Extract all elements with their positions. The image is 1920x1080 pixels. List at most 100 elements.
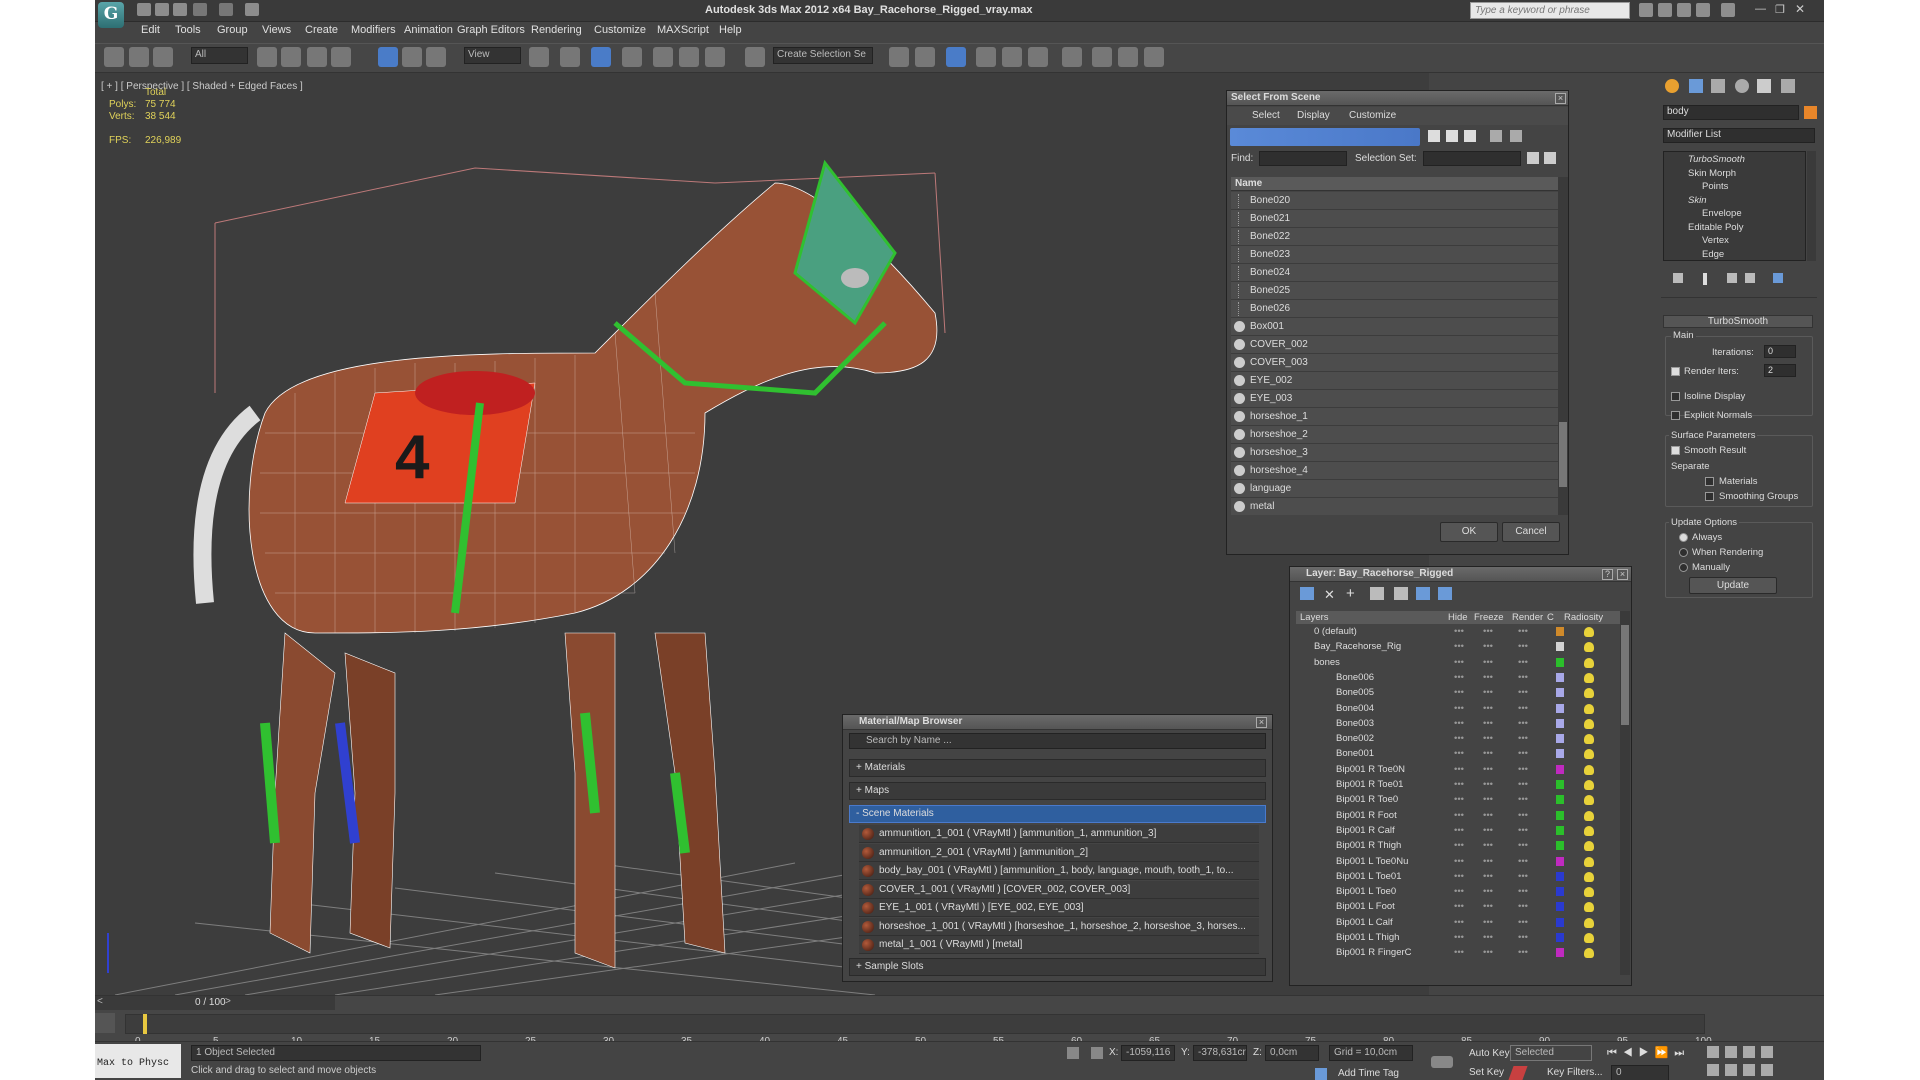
layer-row[interactable]: Bip001 R FingerC ••• ••• ••• [1298, 946, 1618, 961]
auto-key-button[interactable]: Auto Key [1469, 1048, 1510, 1059]
x-coordinate-field[interactable]: -1059,116 [1121, 1045, 1175, 1061]
modify-tab-icon[interactable] [1689, 79, 1703, 93]
create-tab-icon[interactable] [1665, 79, 1679, 93]
object-color-swatch[interactable] [1804, 106, 1817, 119]
angle-snap-icon[interactable] [653, 47, 673, 67]
list-scrollbar[interactable] [1558, 177, 1568, 515]
freeze-toggle[interactable]: ••• [1483, 657, 1493, 668]
layer-color-swatch[interactable] [1556, 764, 1564, 774]
motion-tab-icon[interactable] [1735, 79, 1749, 93]
select-link-icon[interactable] [104, 47, 124, 67]
render-toggle[interactable]: ••• [1518, 748, 1528, 759]
freeze-toggle[interactable]: ••• [1483, 917, 1493, 928]
find-input[interactable] [1259, 151, 1347, 166]
layer-row[interactable]: Bip001 L Thigh ••• ••• ••• [1298, 931, 1618, 946]
bind-space-warp-icon[interactable] [153, 47, 173, 67]
sort-icon[interactable] [1510, 130, 1522, 142]
layer-color-swatch[interactable] [1556, 749, 1564, 759]
layer-color-swatch[interactable] [1556, 841, 1564, 851]
material-row[interactable]: EYE_1_001 ( VRayMtl ) [EYE_002, EYE_003] [859, 899, 1259, 917]
radiosity-bulb-icon[interactable] [1584, 856, 1594, 867]
layer-row[interactable]: Bip001 L Toe0Nu ••• ••• ••• [1298, 855, 1618, 870]
rectangular-selection-icon[interactable] [307, 47, 327, 67]
object-row[interactable]: Bone024 [1231, 264, 1558, 282]
freeze-toggle[interactable]: ••• [1483, 932, 1493, 943]
make-unique-icon[interactable] [1727, 273, 1737, 283]
sample-slots-group[interactable]: + Sample Slots [849, 958, 1266, 976]
layer-row[interactable]: Bip001 R Toe0 ••• ••• ••• [1298, 793, 1618, 808]
layer-row[interactable]: Bip001 R Foot ••• ••• ••• [1298, 809, 1618, 824]
layer-color-swatch[interactable] [1556, 933, 1564, 942]
column-freeze[interactable]: Freeze [1474, 612, 1504, 623]
layer-row[interactable]: Bone001 ••• ••• ••• [1298, 747, 1618, 762]
selection-set-dropdown[interactable] [1423, 151, 1521, 166]
radiosity-bulb-icon[interactable] [1584, 718, 1594, 729]
render-toggle[interactable]: ••• [1518, 718, 1528, 729]
object-row[interactable]: EYE_002 [1231, 372, 1558, 390]
time-marker[interactable] [143, 1014, 147, 1034]
menu-modifiers[interactable]: Modifiers [351, 24, 396, 36]
set-key-button[interactable]: Set Key [1469, 1067, 1504, 1078]
key-mode-dropdown[interactable]: Selected [1510, 1045, 1592, 1061]
hide-toggle[interactable]: ••• [1454, 901, 1464, 912]
material-row[interactable]: COVER_1_001 ( VRayMtl ) [COVER_002, COVE… [859, 880, 1259, 899]
maximize-viewport-icon[interactable] [1761, 1064, 1773, 1076]
layer-row[interactable]: Bip001 R Calf ••• ••• ••• [1298, 824, 1618, 839]
turbosmooth-rollout-header[interactable]: TurboSmooth [1663, 315, 1813, 328]
column-header-name[interactable]: Name [1231, 177, 1558, 191]
window-crossing-icon[interactable] [331, 47, 351, 67]
layer-color-swatch[interactable] [1556, 917, 1564, 927]
hide-toggle[interactable]: ••• [1454, 871, 1464, 882]
y-coordinate-field[interactable]: -378,631cr [1193, 1045, 1247, 1061]
render-setup-icon[interactable] [1092, 47, 1112, 67]
delete-layer-icon[interactable]: ✕ [1324, 587, 1335, 603]
keyboard-shortcut-override-icon[interactable] [591, 47, 611, 67]
key-filters-button[interactable]: Key Filters... [1547, 1067, 1603, 1078]
layer-row[interactable]: Bip001 L Foot ••• ••• ••• [1298, 900, 1618, 915]
object-row[interactable]: horseshoe_2 [1231, 426, 1558, 444]
restore-icon[interactable]: ❐ [1775, 3, 1785, 16]
object-row[interactable]: Bone021 [1231, 210, 1558, 228]
object-row[interactable]: Bone026 [1231, 300, 1558, 318]
remove-modifier-icon[interactable] [1745, 273, 1755, 283]
viewport-label[interactable]: [ + ] [ Perspective ] [ Shaded + Edged F… [101, 81, 303, 92]
object-row[interactable]: COVER_003 [1231, 354, 1558, 372]
radiosity-bulb-icon[interactable] [1584, 657, 1594, 668]
freeze-toggle[interactable]: ••• [1483, 703, 1493, 714]
modifier-stack-item[interactable]: Editable Poly [1688, 222, 1743, 233]
stack-scrollbar[interactable] [1807, 151, 1816, 261]
menu-display[interactable]: Display [1297, 110, 1330, 121]
menu-edit[interactable]: Edit [141, 24, 160, 36]
select-and-move-icon[interactable] [378, 47, 398, 67]
render-toggle[interactable]: ••• [1518, 886, 1528, 897]
hide-toggle[interactable]: ••• [1454, 840, 1464, 851]
hide-toggle[interactable]: ••• [1454, 810, 1464, 821]
material-row[interactable]: metal_1_001 ( VRayMtl ) [metal] [859, 936, 1259, 954]
field-of-view-icon[interactable] [1707, 1064, 1719, 1076]
hide-toggle[interactable]: ••• [1454, 886, 1464, 897]
display-influences-icon[interactable] [1446, 130, 1458, 142]
hide-toggle[interactable]: ••• [1454, 764, 1464, 775]
unlink-icon[interactable] [129, 47, 149, 67]
materials-group[interactable]: + Materials [849, 759, 1266, 777]
freeze-toggle[interactable]: ••• [1483, 626, 1493, 637]
menu-rendering[interactable]: Rendering [531, 24, 582, 36]
radiosity-bulb-icon[interactable] [1584, 933, 1594, 943]
material-search-input[interactable]: Search by Name ... [849, 733, 1266, 749]
freeze-toggle[interactable]: ••• [1483, 947, 1493, 958]
hide-toggle[interactable]: ••• [1454, 672, 1464, 683]
menu-create[interactable]: Create [305, 24, 338, 36]
menu-help[interactable]: Help [719, 24, 742, 36]
select-highlighted-icon[interactable] [1370, 587, 1384, 600]
zoom-extents-icon[interactable] [1743, 1046, 1755, 1058]
layer-color-swatch[interactable] [1556, 734, 1564, 744]
modifier-list-dropdown[interactable]: Modifier List [1663, 128, 1815, 143]
menu-animation[interactable]: Animation [404, 24, 453, 36]
modifier-stack-item[interactable]: Skin Morph [1688, 168, 1736, 179]
freeze-all-layers-icon[interactable] [1438, 587, 1452, 600]
help-icon[interactable]: ? [1602, 569, 1613, 580]
layer-color-swatch[interactable] [1556, 642, 1564, 652]
render-toggle[interactable]: ••• [1518, 779, 1528, 790]
render-toggle[interactable]: ••• [1518, 657, 1528, 668]
column-color[interactable]: C [1547, 612, 1554, 623]
